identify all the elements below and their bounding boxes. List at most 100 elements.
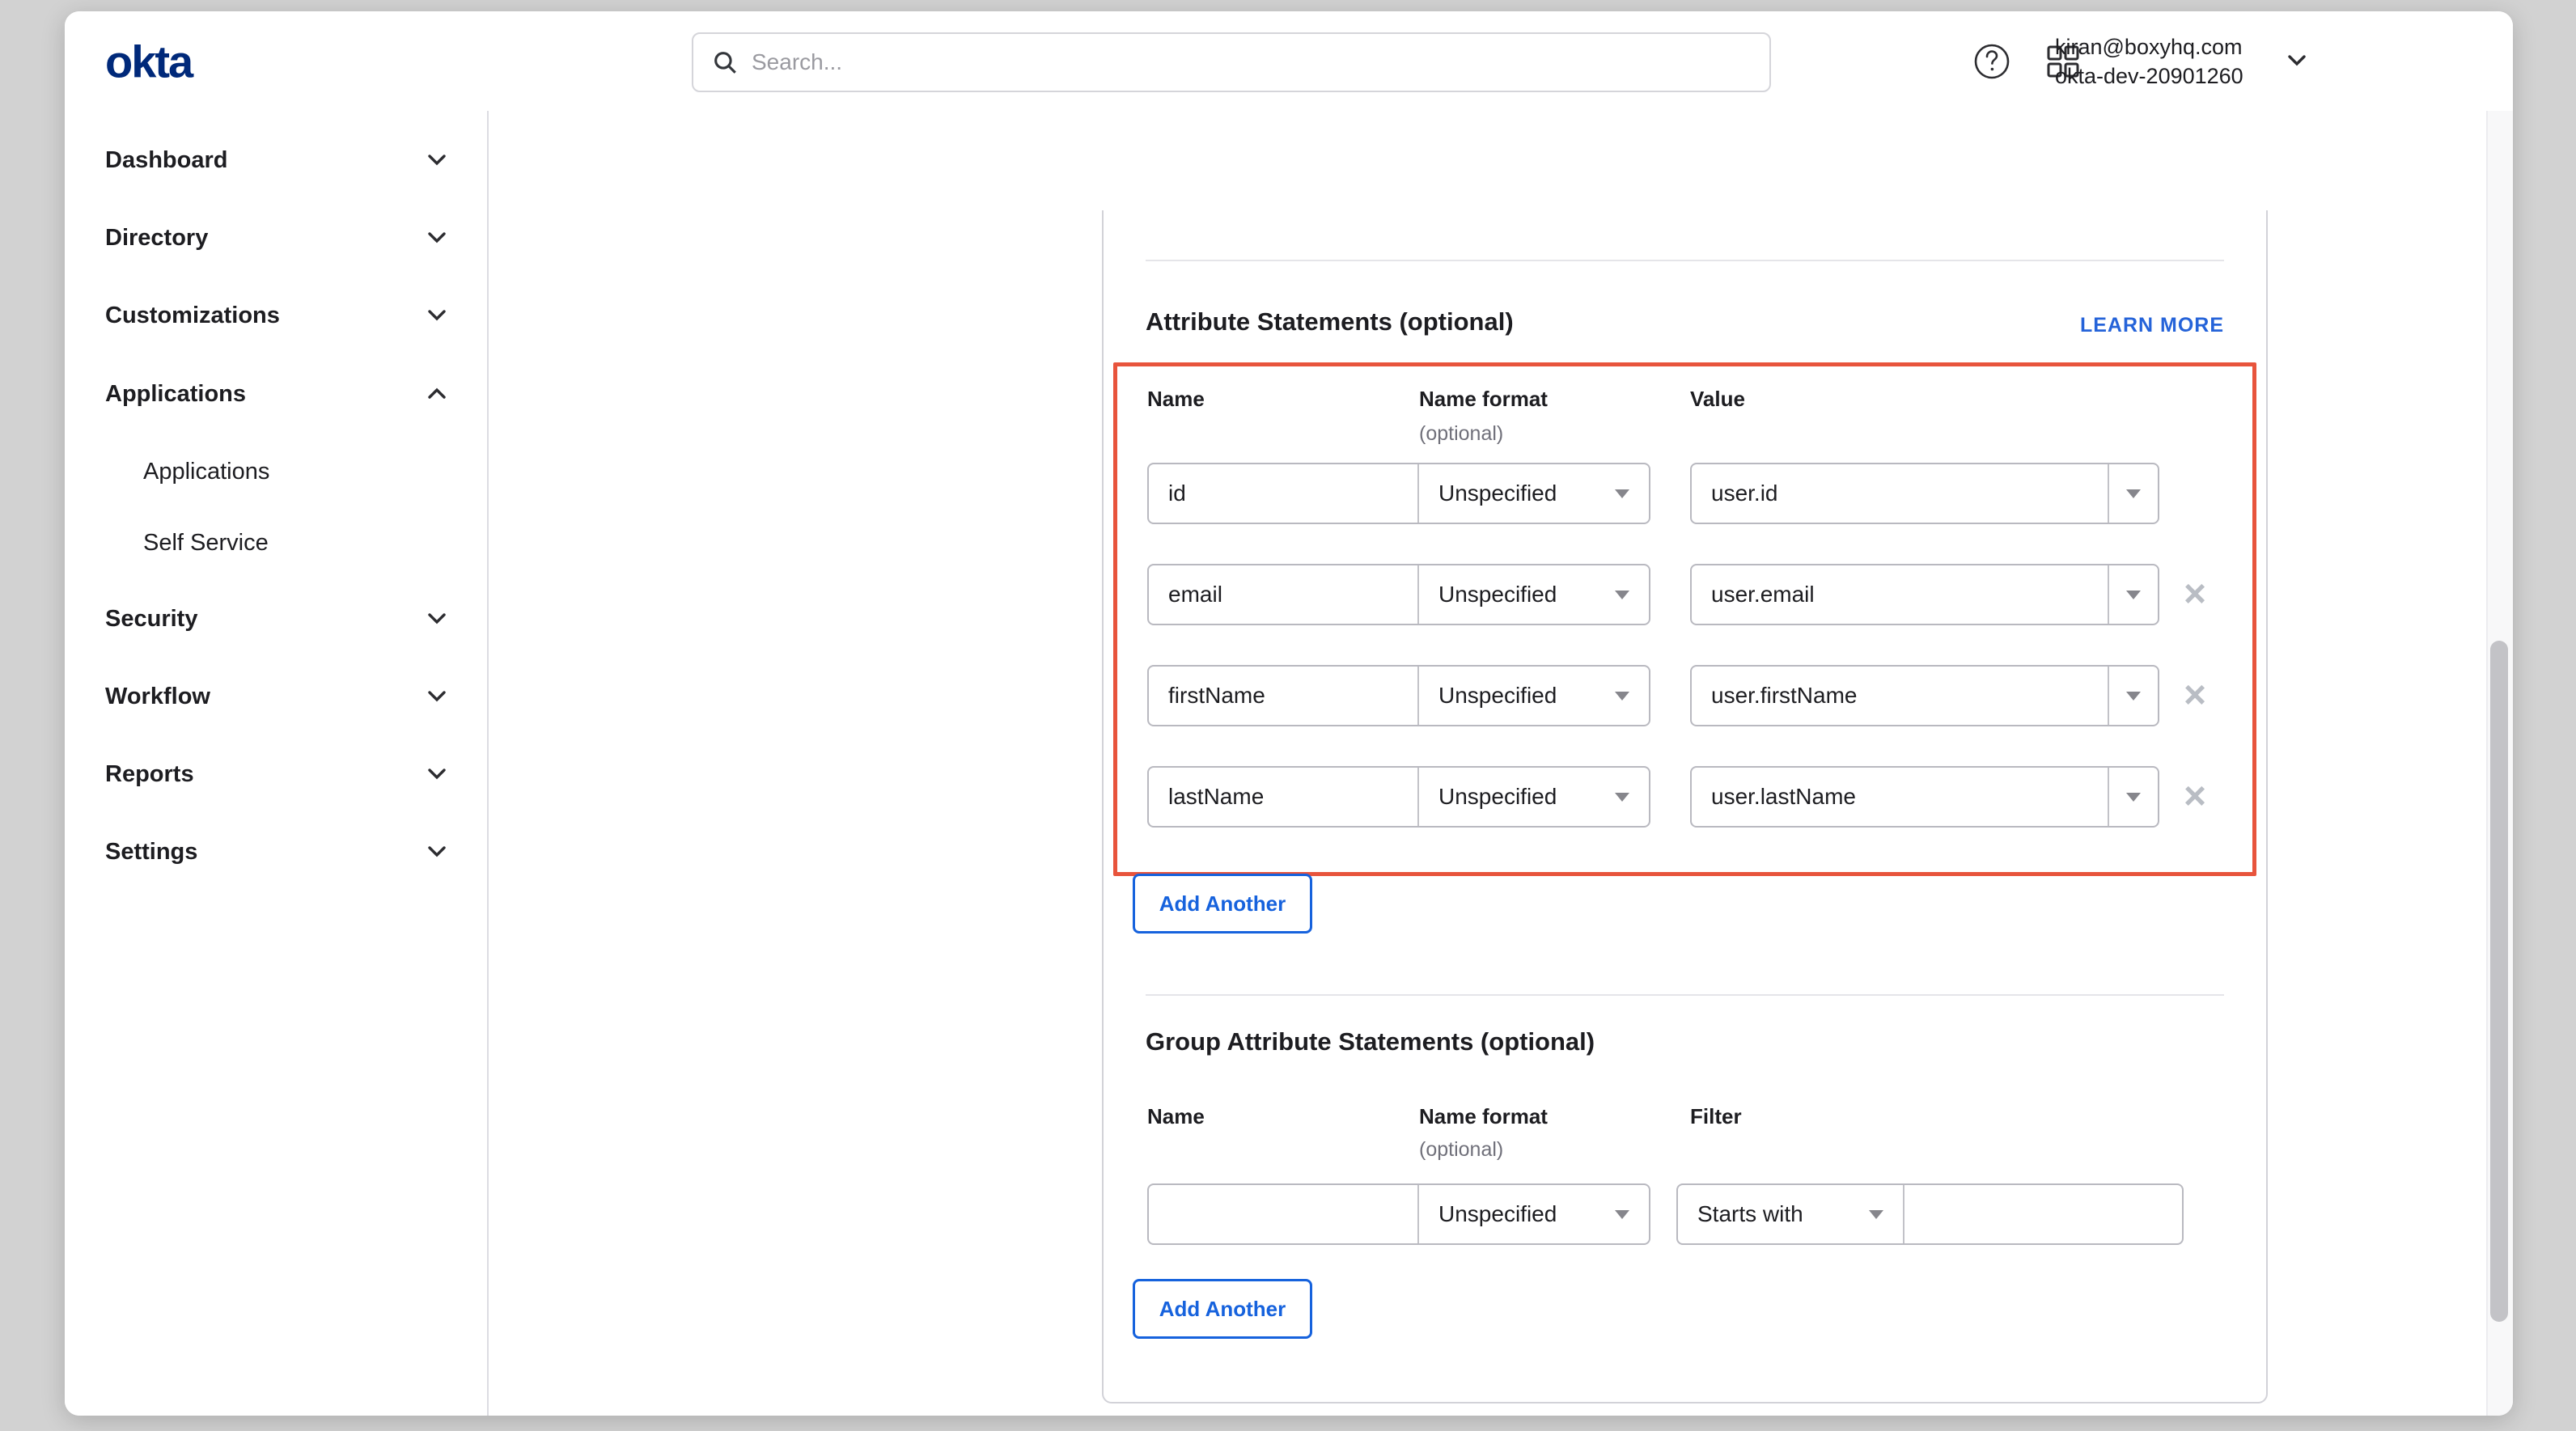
chevron-down-icon [426, 609, 448, 629]
dropdown-caret-icon [2126, 692, 2141, 701]
name-format-select[interactable]: Unspecified [1417, 768, 1649, 826]
name-format-select[interactable]: Unspecified [1417, 565, 1649, 624]
attribute-name-input-text: id [1168, 481, 1186, 506]
user-email: kiran@boxyhq.com [2055, 32, 2243, 61]
org-name: okta-dev-20901260 [2055, 61, 2243, 91]
global-search-input[interactable]: Search... [692, 32, 1771, 92]
add-another-group-attribute-button[interactable]: Add Another [1133, 1279, 1312, 1339]
sidebar-item-label: Customizations [105, 303, 280, 329]
col-header-name-format-note: (optional) [1419, 422, 1503, 446]
vertical-scrollbar-track[interactable] [2486, 111, 2513, 1416]
attribute-value-dropdown-button[interactable] [2108, 565, 2158, 624]
chevron-down-icon [426, 764, 448, 784]
sidebar-item-label: Directory [105, 225, 208, 252]
sidebar-item-customizations[interactable]: Customizations [65, 291, 485, 340]
sidebar-item-label: Security [105, 606, 197, 633]
attribute-value-input-text: user.id [1711, 481, 1778, 506]
group-attribute-name-input[interactable] [1149, 1185, 1417, 1243]
attribute-value-input-text: user.email [1711, 582, 1815, 608]
filter-value-input[interactable] [1903, 1185, 2182, 1243]
attribute-name-input-text: firstName [1168, 683, 1265, 709]
group-attribute-statements-title: Group Attribute Statements (optional) [1146, 1027, 1595, 1056]
chevron-down-icon [426, 228, 448, 248]
sidebar-item-label: Settings [105, 839, 197, 866]
name-format-select[interactable]: Unspecified [1417, 464, 1649, 523]
remove-attribute-button[interactable]: × [2167, 665, 2222, 726]
attribute-name-input[interactable]: firstName [1149, 667, 1417, 725]
close-x-icon: × [2184, 575, 2206, 614]
dropdown-caret-icon [1615, 1210, 1629, 1219]
add-another-attribute-button[interactable]: Add Another [1133, 874, 1312, 934]
account-chevron-down-icon[interactable] [2283, 50, 2311, 71]
group-attribute-name-format-group: Unspecified [1147, 1183, 1650, 1245]
attribute-value-combobox: user.email [1690, 564, 2159, 625]
okta-logo[interactable]: okta [105, 35, 192, 87]
main-content: Attribute Statements (optional) LEARN MO… [489, 111, 2488, 1416]
close-x-icon: × [2184, 676, 2206, 715]
sidebar-item-label: Applications [105, 381, 246, 408]
attribute-name-input-text: email [1168, 582, 1222, 608]
sidebar-item-self-service[interactable]: Self Service [65, 519, 485, 567]
chevron-down-icon [426, 687, 448, 706]
attribute-statements-title: Attribute Statements (optional) [1146, 307, 1514, 337]
sidebar-item-label: Self Service [143, 530, 269, 557]
sidebar-item-directory[interactable]: Directory [65, 214, 485, 262]
group-col-header-filter: Filter [1690, 1104, 1742, 1129]
attribute-name-input[interactable]: lastName [1149, 768, 1417, 826]
chevron-down-icon [426, 842, 448, 862]
sidebar-item-reports[interactable]: Reports [65, 750, 485, 798]
attribute-value-input[interactable]: user.id [1692, 464, 2108, 523]
name-format-select-text: Unspecified [1438, 683, 1557, 709]
dropdown-caret-icon [2126, 489, 2141, 498]
browser-app-window: okta Search... kiran@boxyhq.com okta-dev… [65, 11, 2513, 1416]
dropdown-caret-icon [1615, 591, 1629, 599]
attribute-name-input[interactable]: email [1149, 565, 1417, 624]
attribute-name-format-group: firstName Unspecified [1147, 665, 1650, 726]
search-icon [711, 49, 739, 76]
group-col-header-name-format-note: (optional) [1419, 1138, 1503, 1162]
section-divider [1146, 260, 2224, 261]
search-placeholder: Search... [752, 49, 842, 75]
filter-type-select[interactable]: Starts with [1678, 1185, 1903, 1243]
attribute-value-input[interactable]: user.firstName [1692, 667, 2108, 725]
attribute-value-combobox: user.lastName [1690, 766, 2159, 828]
group-name-format-select-text: Unspecified [1438, 1201, 1557, 1227]
attribute-value-input[interactable]: user.email [1692, 565, 2108, 624]
attribute-name-input[interactable]: id [1149, 464, 1417, 523]
attribute-value-input[interactable]: user.lastName [1692, 768, 2108, 826]
group-name-format-select[interactable]: Unspecified [1417, 1185, 1649, 1243]
help-icon[interactable] [1972, 42, 2011, 81]
sidebar-nav: Dashboard Directory Customizations Applicat… [65, 111, 489, 1416]
name-format-select-text: Unspecified [1438, 481, 1557, 506]
remove-attribute-button[interactable]: × [2167, 766, 2222, 828]
saml-settings-card: Attribute Statements (optional) LEARN MO… [1102, 210, 2268, 1403]
group-filter-group: Starts with [1676, 1183, 2184, 1245]
vertical-scrollbar-thumb[interactable] [2490, 641, 2508, 1322]
chevron-up-icon [426, 384, 448, 404]
sidebar-item-applications[interactable]: Applications [65, 370, 485, 418]
learn-more-link[interactable]: LEARN MORE [2080, 314, 2224, 337]
chevron-down-icon [426, 306, 448, 325]
account-menu[interactable]: kiran@boxyhq.com okta-dev-20901260 [2055, 32, 2243, 91]
sidebar-item-applications[interactable]: Applications [65, 447, 485, 496]
sidebar-item-workflow[interactable]: Workflow [65, 672, 485, 721]
sidebar-item-settings[interactable]: Settings [65, 828, 485, 876]
attribute-value-dropdown-button[interactable] [2108, 464, 2158, 523]
name-format-select-text: Unspecified [1438, 784, 1557, 810]
close-x-icon: × [2184, 777, 2206, 816]
attribute-value-dropdown-button[interactable] [2108, 667, 2158, 725]
attribute-name-format-group: lastName Unspecified [1147, 766, 1650, 828]
sidebar-item-label: Applications [143, 459, 269, 485]
attribute-value-input-text: user.lastName [1711, 784, 1856, 810]
col-header-value: Value [1690, 387, 1745, 412]
dropdown-caret-icon [2126, 793, 2141, 802]
dropdown-caret-icon [1869, 1210, 1883, 1219]
remove-attribute-button[interactable]: × [2167, 564, 2222, 625]
top-bar: okta Search... kiran@boxyhq.com okta-dev… [65, 11, 2513, 112]
sidebar-item-dashboard[interactable]: Dashboard [65, 136, 485, 184]
name-format-select[interactable]: Unspecified [1417, 667, 1649, 725]
attribute-name-format-group: id Unspecified [1147, 463, 1650, 524]
attribute-value-dropdown-button[interactable] [2108, 768, 2158, 826]
sidebar-item-security[interactable]: Security [65, 595, 485, 643]
sidebar-item-label: Reports [105, 761, 194, 788]
